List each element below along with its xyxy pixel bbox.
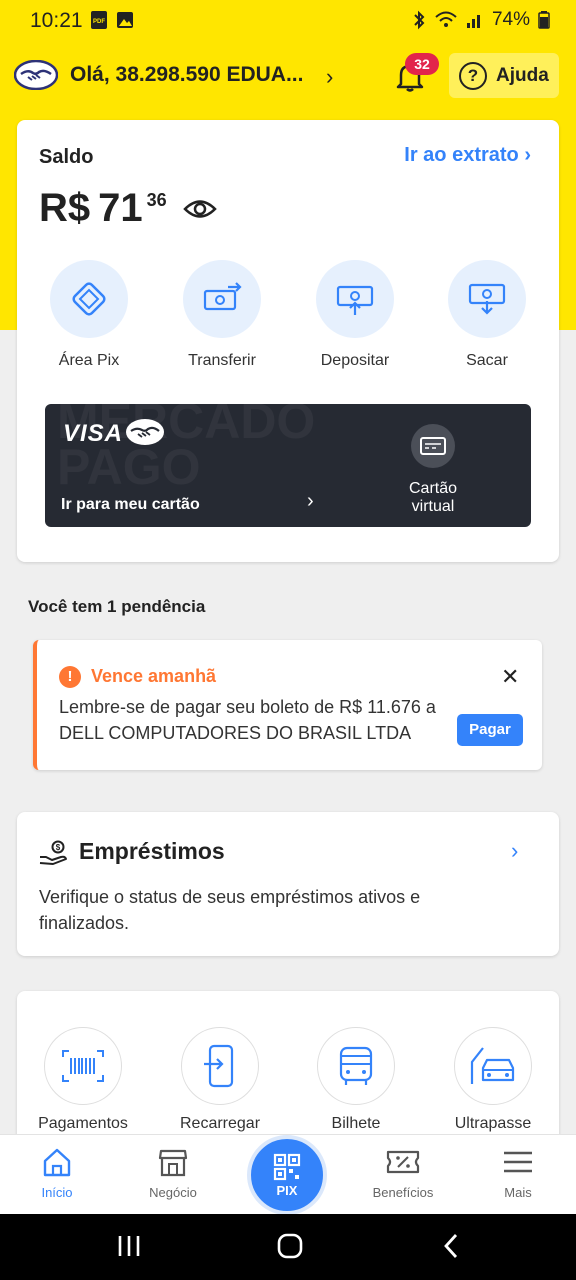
signal-icon <box>466 15 480 28</box>
eye-icon[interactable] <box>183 198 217 220</box>
system-navigation-bar <box>0 1214 576 1280</box>
balance-cents: 36 <box>146 190 167 210</box>
service-recharge[interactable]: Recarregar <box>165 1027 275 1133</box>
wifi-icon <box>435 11 457 27</box>
services-card: Pagamentos Recarregar Bilhete Ultrapasse <box>17 991 559 1151</box>
pending-title: Você tem 1 pendência <box>28 597 206 616</box>
service-label: Bilhete <box>331 1115 381 1132</box>
image-icon <box>117 12 133 28</box>
help-label: Ajuda <box>496 64 549 86</box>
nav-pix-label: PIX <box>276 1182 298 1198</box>
action-label: Depositar <box>320 352 390 369</box>
service-label: Ultrapasse <box>454 1115 532 1132</box>
nav-label: Mais <box>504 1185 532 1200</box>
home-icon <box>12 1145 102 1179</box>
chevron-right-icon[interactable]: › <box>326 64 333 90</box>
status-notification-icons: PDF <box>90 10 134 30</box>
action-deposit[interactable]: Depositar <box>300 260 410 370</box>
nav-more[interactable]: Mais <box>473 1145 563 1200</box>
car-toll-icon <box>454 1027 532 1105</box>
store-icon <box>128 1145 218 1179</box>
back-icon[interactable] <box>440 1232 462 1260</box>
recent-apps-icon[interactable] <box>116 1232 142 1260</box>
go-to-card-link: Ir para meu cartão <box>61 496 200 513</box>
action-transfer[interactable]: Transferir <box>167 260 277 370</box>
home-button-icon[interactable] <box>276 1232 304 1260</box>
bottom-navigation: Início Negócio PIX Benefícios Mais <box>0 1134 576 1215</box>
svg-text:PDF: PDF <box>93 19 105 25</box>
menu-icon <box>473 1145 563 1179</box>
statement-link-label: Ir ao extrato <box>404 144 519 166</box>
deposit-icon <box>316 260 394 338</box>
loans-title: Empréstimos <box>79 838 225 864</box>
service-label: Pagamentos <box>38 1115 128 1132</box>
help-button[interactable]: ? Ajuda <box>449 53 559 98</box>
credit-card-banner[interactable]: MERCADO PAGO VISA Ir para meu cartão › C… <box>45 404 531 527</box>
barcode-icon <box>44 1027 122 1105</box>
quick-actions: Área Pix Transferir Depositar Sacar <box>17 260 559 370</box>
withdraw-icon <box>448 260 526 338</box>
close-icon[interactable]: ✕ <box>501 664 519 690</box>
loans-text: Verifique o status de seus empréstimos a… <box>39 887 421 933</box>
action-pix-area[interactable]: Área Pix <box>34 260 144 370</box>
virtual-card-label-line1: Cartão <box>408 480 458 497</box>
virtual-card-label-line2: virtual <box>411 498 455 515</box>
pending-card: ! Vence amanhã ✕ Lembre-se de pagar seu … <box>33 640 542 770</box>
visa-brand: VISA <box>63 420 124 447</box>
battery-percent: 74% <box>491 9 530 30</box>
greeting-text[interactable]: Olá, 38.298.590 EDUA... <box>70 63 303 87</box>
virtual-card-icon[interactable] <box>411 424 455 468</box>
status-right: 74% <box>412 9 550 31</box>
action-label: Transferir <box>188 352 256 369</box>
notification-badge: 32 <box>405 53 439 75</box>
transfer-icon <box>183 260 261 338</box>
nav-label: Início <box>41 1185 73 1200</box>
pdf-file-icon: PDF <box>91 11 107 29</box>
chevron-right-icon: › <box>307 490 314 512</box>
pay-button[interactable]: Pagar <box>457 714 523 746</box>
balance-label: Saldo <box>39 146 94 168</box>
ticket-percent-icon <box>358 1145 448 1179</box>
pending-text: Lembre-se de pagar seu boleto de R$ 11.6… <box>59 697 436 743</box>
loans-card[interactable]: $ Empréstimos › Verifique o status de se… <box>17 812 559 956</box>
service-toll[interactable]: Ultrapasse <box>438 1027 548 1133</box>
app-header: Olá, 38.298.590 EDUA... › 32 ? Ajuda <box>0 44 576 106</box>
phone-recharge-icon <box>181 1027 259 1105</box>
balance-card: Saldo Ir ao extrato › R$ 71 36 Área Pix … <box>17 120 559 562</box>
bus-icon <box>317 1027 395 1105</box>
action-label: Sacar <box>466 352 508 369</box>
bluetooth-icon <box>414 10 425 30</box>
mercadopago-card-logo-icon <box>126 419 164 445</box>
service-payments[interactable]: Pagamentos <box>28 1027 138 1133</box>
question-icon: ? <box>459 61 487 90</box>
service-ticket[interactable]: Bilhete <box>301 1027 411 1133</box>
balance-integer: 71 <box>98 186 143 230</box>
balance-amount: R$ 71 36 <box>39 186 167 231</box>
nav-home[interactable]: Início <box>12 1145 102 1200</box>
battery-icon <box>538 11 550 29</box>
qr-code-icon <box>273 1153 301 1180</box>
service-label: Recarregar <box>179 1115 261 1132</box>
svg-text:$: $ <box>56 843 61 852</box>
virtual-card-label[interactable]: Cartão virtual <box>393 480 473 516</box>
warning-icon: ! <box>59 666 81 688</box>
nav-label: Benefícios <box>372 1185 434 1200</box>
action-label: Área Pix <box>58 352 120 369</box>
pending-heading: Vence amanhã <box>91 666 217 686</box>
chevron-right-icon[interactable]: › <box>511 838 518 864</box>
pix-icon <box>50 260 128 338</box>
status-time: 10:21 <box>30 9 83 32</box>
loan-hand-coin-icon: $ <box>39 840 67 865</box>
mercadopago-logo-icon <box>14 60 58 90</box>
nav-business[interactable]: Negócio <box>128 1145 218 1200</box>
nav-pix-button[interactable]: PIX <box>247 1135 327 1215</box>
status-bar: 10:21 PDF 74% <box>0 0 576 44</box>
balance-currency: R$ <box>39 186 91 230</box>
nav-benefits[interactable]: Benefícios <box>358 1145 448 1200</box>
nav-label: Negócio <box>149 1185 197 1200</box>
statement-link[interactable]: Ir ao extrato › <box>404 144 531 167</box>
chevron-right-icon: › <box>524 144 531 166</box>
action-withdraw[interactable]: Sacar <box>432 260 542 370</box>
